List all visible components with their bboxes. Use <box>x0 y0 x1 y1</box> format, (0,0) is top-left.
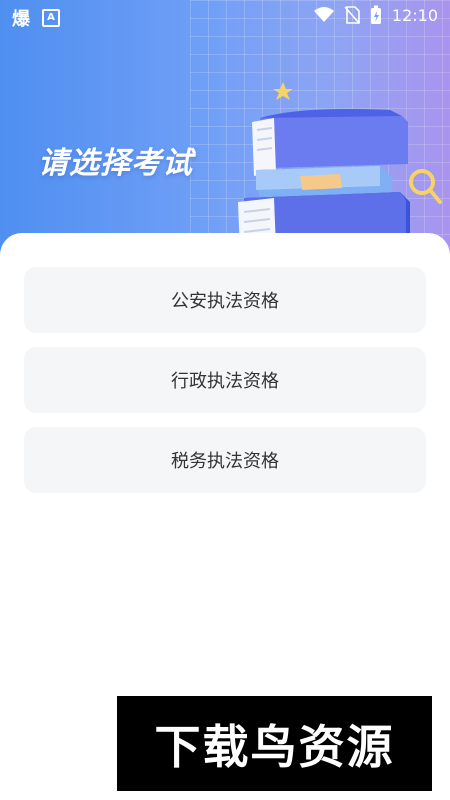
clock: 12:10 <box>391 5 438 25</box>
magnifier-icon <box>409 169 442 204</box>
watermark-text: 下载鸟资源 <box>154 719 395 774</box>
exam-item-label: 税务执法资格 <box>171 451 279 472</box>
exam-item-administrative[interactable]: 行政执法资格 <box>24 347 426 413</box>
a-badge-icon: A <box>42 9 60 27</box>
star-icon <box>273 82 293 100</box>
header-banner: 爆 A 12:10 请选择考试 <box>0 0 450 260</box>
no-sim-icon <box>344 6 360 24</box>
exam-item-police[interactable]: 公安执法资格 <box>24 267 426 333</box>
app-notification-glyph: 爆 <box>12 9 30 30</box>
watermark-logo: 下载鸟资源 <box>117 696 432 791</box>
status-bar: 爆 A 12:10 <box>0 0 450 32</box>
page-title: 请选择考试 <box>38 146 193 181</box>
battery-charging-icon <box>370 5 381 24</box>
wifi-icon <box>313 7 334 22</box>
exam-item-label: 行政执法资格 <box>171 371 279 392</box>
exam-item-tax[interactable]: 税务执法资格 <box>24 427 426 493</box>
exam-item-label: 公安执法资格 <box>171 291 279 312</box>
